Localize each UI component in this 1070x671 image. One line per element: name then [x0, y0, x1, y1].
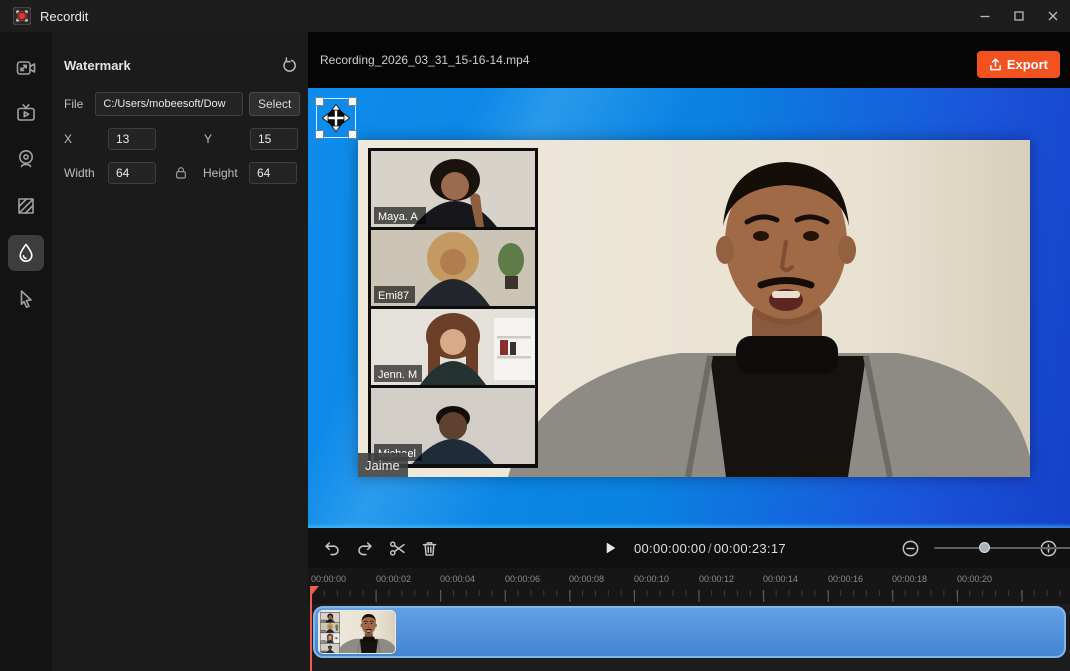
- play-icon: [601, 539, 619, 557]
- timeline-ruler[interactable]: 00:00:00 00:00:02 00:00:04 00:00:06 00:0…: [308, 568, 1070, 604]
- clip-thumbnail: [318, 610, 396, 654]
- sidebar-item-watermark[interactable]: [8, 235, 44, 271]
- delete-button[interactable]: [417, 536, 441, 560]
- sidebar-item-webcam[interactable]: [8, 141, 44, 177]
- timeline-zoom-slider[interactable]: [934, 541, 1024, 555]
- ruler-label: 00:00:18: [892, 574, 927, 584]
- sidebar-item-video-player[interactable]: [8, 95, 44, 131]
- video-clip[interactable]: [313, 606, 1066, 658]
- reset-button[interactable]: [278, 54, 300, 76]
- speaker-name-label: Jaime: [365, 458, 400, 473]
- file-path-input[interactable]: [95, 92, 243, 116]
- cursor-icon: [14, 287, 38, 311]
- slider-thumb[interactable]: [979, 542, 990, 553]
- zoom-out-button[interactable]: [898, 536, 922, 560]
- ruler-label: 00:00:12: [699, 574, 734, 584]
- minus-circle-icon: [901, 539, 920, 558]
- playhead[interactable]: [310, 586, 312, 671]
- ruler-label: 00:00:06: [505, 574, 540, 584]
- width-input[interactable]: [108, 162, 156, 184]
- video-frame: Maya. A Emi87: [358, 140, 1030, 477]
- current-time: 00:00:00:00: [634, 541, 706, 556]
- participant-strip: Maya. A Emi87: [368, 148, 538, 468]
- slider-track: [934, 547, 1070, 549]
- participant-label: Jenn. M: [378, 369, 417, 381]
- ruler-label: 00:00:16: [828, 574, 863, 584]
- recordit-window: Recordit: [0, 0, 1070, 671]
- editor-main: Recording_2026_03_31_15-16-14.mp4 Export: [308, 32, 1070, 671]
- sidebar-item-screen-recorder[interactable]: [8, 50, 44, 86]
- titlebar: Recordit: [0, 0, 1070, 32]
- ruler-label: 00:00:04: [440, 574, 475, 584]
- minimize-button[interactable]: [968, 0, 1002, 32]
- export-label: Export: [1007, 57, 1048, 72]
- watermark-overlay[interactable]: [316, 98, 356, 138]
- x-input[interactable]: [108, 128, 156, 150]
- export-button[interactable]: Export: [977, 51, 1060, 78]
- sidebar-item-background[interactable]: [8, 188, 44, 224]
- undo-button[interactable]: [320, 536, 344, 560]
- ruler-label: 00:00:02: [376, 574, 411, 584]
- webcam-icon: [14, 147, 38, 171]
- select-file-button[interactable]: Select: [249, 92, 300, 116]
- file-label: File: [64, 97, 83, 111]
- app-logo-record-icon: [13, 7, 31, 25]
- participant-label: Maya. A: [378, 211, 418, 223]
- play-button[interactable]: [598, 536, 622, 560]
- app-title: Recordit: [40, 9, 88, 24]
- lock-aspect-icon[interactable]: [173, 165, 189, 181]
- height-input[interactable]: [249, 162, 297, 184]
- background-pattern-icon: [14, 194, 38, 218]
- screen-record-icon: [14, 56, 38, 80]
- split-button[interactable]: [385, 536, 409, 560]
- watermark-panel: Watermark File Select X Y Width: [52, 32, 308, 671]
- maximize-button[interactable]: [1002, 0, 1036, 32]
- timecode: 00:00:00:00/00:00:23:17: [634, 541, 786, 556]
- y-label: Y: [204, 132, 214, 146]
- height-label: Height: [203, 166, 240, 180]
- recording-filename: Recording_2026_03_31_15-16-14.mp4: [320, 53, 530, 67]
- trash-icon: [420, 539, 439, 558]
- upload-icon: [989, 58, 1002, 71]
- video-content: Maya. A Emi87: [358, 140, 1030, 477]
- width-label: Width: [64, 166, 97, 180]
- ruler-label: 00:00:10: [634, 574, 669, 584]
- video-preview-canvas[interactable]: Maya. A Emi87: [308, 88, 1070, 528]
- move-arrows-icon: [320, 102, 352, 134]
- watermark-drop-icon: [14, 241, 38, 265]
- y-input[interactable]: [250, 128, 298, 150]
- panel-title: Watermark: [64, 58, 131, 73]
- x-label: X: [64, 132, 74, 146]
- ruler-ticks: [311, 590, 1070, 602]
- total-time: 00:00:23:17: [714, 541, 786, 556]
- scissors-icon: [388, 539, 407, 558]
- redo-icon: [355, 538, 375, 558]
- reset-icon: [281, 57, 298, 74]
- tv-play-icon: [14, 101, 38, 125]
- playback-controls: 00:00:00:00/00:00:23:17: [308, 528, 1070, 568]
- redo-button[interactable]: [353, 536, 377, 560]
- undo-icon: [322, 538, 342, 558]
- close-button[interactable]: [1036, 0, 1070, 32]
- timeline-track[interactable]: [308, 604, 1070, 671]
- ruler-label: 00:00:08: [569, 574, 604, 584]
- ruler-label: 00:00:00: [311, 574, 346, 584]
- ruler-label: 00:00:14: [763, 574, 798, 584]
- participant-label: Emi87: [378, 290, 409, 302]
- ruler-label: 00:00:20: [957, 574, 992, 584]
- tool-sidebar: [0, 32, 52, 671]
- sidebar-item-cursor[interactable]: [8, 281, 44, 317]
- editor-topbar: Recording_2026_03_31_15-16-14.mp4 Export: [308, 32, 1070, 88]
